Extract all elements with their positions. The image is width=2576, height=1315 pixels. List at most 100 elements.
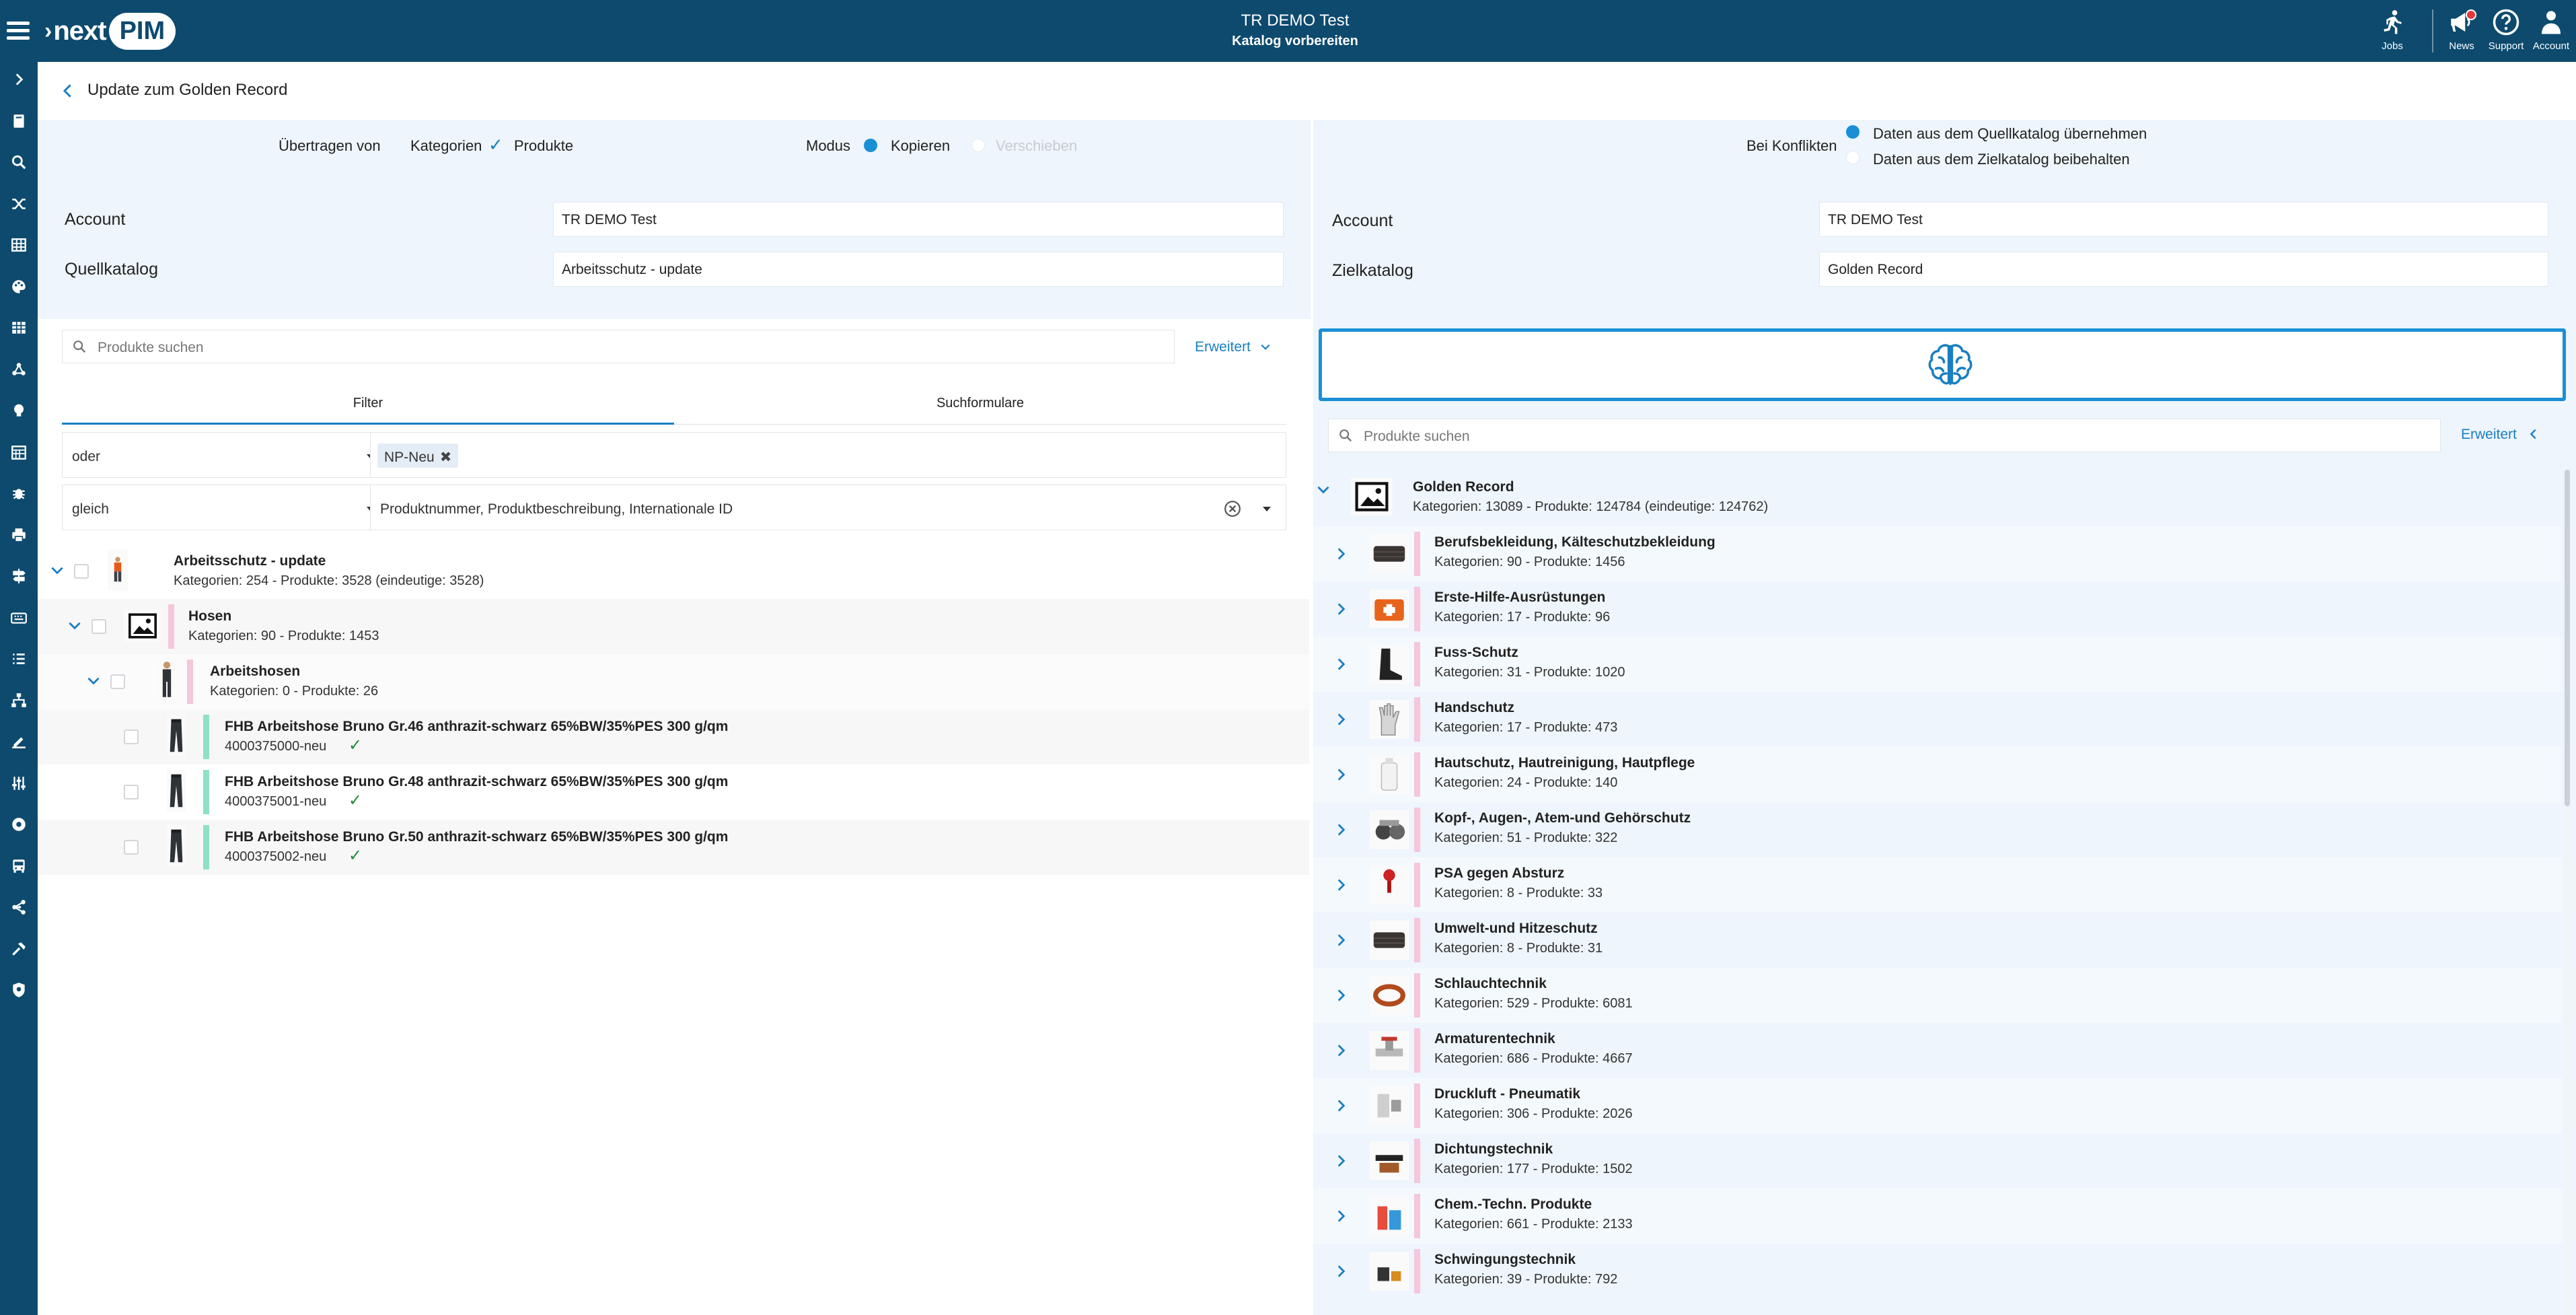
mode-copy-label[interactable]: Kopieren	[891, 137, 950, 155]
row-checkbox[interactable]	[110, 674, 125, 689]
tab-filter[interactable]: Filter	[62, 385, 674, 424]
sliders-icon[interactable]	[8, 773, 30, 794]
tab-search-forms[interactable]: Suchformulare	[674, 385, 1286, 424]
tree-node-root[interactable]: Golden Record Kategorien: 13089 - Produkt…	[1313, 471, 2562, 526]
chevron-right-icon[interactable]	[1332, 1263, 1350, 1280]
chevron-right-icon[interactable]	[1332, 876, 1350, 894]
shuffle-icon[interactable]	[8, 193, 30, 215]
tree-node-category[interactable]: Kopf-, Augen-, Atem-und Gehörschutz Kateg…	[1313, 802, 2562, 857]
account-field[interactable]: TR DEMO Test	[553, 202, 1284, 237]
hamburger-menu-icon[interactable]	[7, 17, 30, 44]
chevron-right-icon[interactable]	[1332, 711, 1350, 728]
calendar-grid-icon[interactable]	[8, 441, 30, 463]
tree-node-product[interactable]: FHB Arbeitshose Bruno Gr.48 anthrazit-sc…	[38, 765, 1309, 820]
bus-icon[interactable]	[8, 855, 30, 877]
chevron-right-icon[interactable]	[1332, 821, 1350, 839]
list-icon[interactable]	[8, 648, 30, 670]
tree-node-product[interactable]: FHB Arbeitshose Bruno Gr.46 anthrazit-sc…	[38, 709, 1309, 765]
chevron-right-icon[interactable]	[1332, 545, 1350, 563]
target-catalog-field[interactable]: Golden Record	[1819, 252, 2548, 287]
conflict-target-label[interactable]: Daten aus dem Zielkatalog beibehalten	[1873, 151, 2130, 168]
row-checkbox[interactable]	[91, 619, 106, 634]
clear-circle-icon[interactable]	[1224, 500, 1241, 518]
filter-chip[interactable]: NP-Neu ✖	[377, 443, 459, 468]
tree-node-category[interactable]: Handschutz Kategorien: 17 - Produkte: 473	[1313, 692, 2562, 747]
target-advanced-search-toggle[interactable]: Erweitert	[2461, 427, 2541, 443]
filter-logic-select[interactable]: oder	[62, 432, 385, 478]
row-checkbox[interactable]	[74, 564, 89, 579]
tree-node-product[interactable]: FHB Arbeitshose Bruno Gr.50 anthrazit-sc…	[38, 820, 1309, 875]
tree-node-category[interactable]: Berufsbekleidung, Kälteschutzbekleidung K…	[1313, 526, 2562, 581]
chevron-right-icon[interactable]	[1332, 766, 1350, 783]
tree-node-category[interactable]: Hosen Kategorien: 90 - Produkte: 1453	[38, 599, 1309, 654]
shield-gear-icon[interactable]	[8, 979, 30, 1001]
conflict-target-radio[interactable]	[1846, 151, 1860, 164]
filter-fields-select[interactable]: Produktnummer, Produktbeschreibung, Inte…	[370, 485, 1286, 530]
option-products[interactable]: Produkte	[514, 137, 573, 155]
tree-node-category[interactable]: Schwingungstechnik Kategorien: 39 - Produ…	[1313, 1244, 2562, 1299]
chevron-right-icon[interactable]	[1332, 987, 1350, 1004]
grid-icon[interactable]	[8, 317, 30, 339]
printer-icon[interactable]	[8, 524, 30, 546]
tree-node-category[interactable]: Schlauchtechnik Kategorien: 529 - Produkt…	[1313, 968, 2562, 1023]
chevron-right-icon[interactable]	[1332, 1152, 1350, 1170]
target-product-search-input[interactable]: Produkte suchen	[1328, 419, 2441, 452]
chevron-down-icon[interactable]	[1315, 481, 1332, 498]
chevron-right-icon[interactable]	[1332, 655, 1350, 673]
tree-scrollbar[interactable]	[2565, 470, 2570, 1315]
chevron-down-icon[interactable]	[85, 672, 102, 689]
chevron-right-icon[interactable]	[1332, 931, 1350, 949]
advanced-search-toggle[interactable]: Erweitert	[1195, 339, 1272, 355]
ruler-edit-icon[interactable]	[8, 731, 30, 752]
tree-node-category[interactable]: Hautschutz, Hautreinigung, Hautpflege Kat…	[1313, 747, 2562, 802]
row-checkbox[interactable]	[124, 785, 139, 799]
search-icon[interactable]	[8, 151, 30, 173]
mode-copy-radio[interactable]	[864, 139, 877, 152]
tree-node-category[interactable]: Fuss-Schutz Kategorien: 31 - Produkte: 10…	[1313, 637, 2562, 692]
tree-node-category[interactable]: Erste-Hilfe-Ausrüstungen Kategorien: 17 -…	[1313, 581, 2562, 637]
gear-badge-icon[interactable]	[8, 814, 30, 835]
hammer-icon[interactable]	[8, 938, 30, 960]
tree-node-category[interactable]: PSA gegen Absturz Kategorien: 8 - Produkt…	[1313, 857, 2562, 913]
chevron-right-icon[interactable]	[1332, 1042, 1350, 1059]
chevron-down-icon[interactable]	[66, 616, 83, 634]
tree-node-category[interactable]: Druckluft - Pneumatik Kategorien: 306 - P…	[1313, 1078, 2562, 1133]
tree-node-category[interactable]: Arbeitshosen Kategorien: 0 - Produkte: 26	[38, 654, 1309, 709]
row-checkbox[interactable]	[124, 730, 139, 744]
book-icon[interactable]	[8, 110, 30, 132]
conflict-source-label[interactable]: Daten aus dem Quellkatalog übernehmen	[1873, 125, 2147, 143]
app-logo[interactable]: › next PIM	[44, 7, 176, 55]
filter-value-chips[interactable]: NP-Neu ✖	[370, 432, 1286, 478]
account-field[interactable]: TR DEMO Test	[1819, 202, 2548, 237]
ai-suggestion-button[interactable]	[1319, 328, 2566, 401]
tree-node-category[interactable]: Chem.-Techn. Produkte Kategorien: 661 - P…	[1313, 1188, 2562, 1244]
tree-node-category[interactable]: Armaturentechnik Kategorien: 686 - Produk…	[1313, 1023, 2562, 1078]
lightbulb-icon[interactable]	[8, 400, 30, 421]
share-nodes-icon[interactable]	[8, 896, 30, 918]
back-chevron-icon[interactable]	[58, 81, 78, 101]
tree-node-root[interactable]: Arbeitsschutz - update Kategorien: 254 - …	[38, 544, 1309, 599]
chevron-right-icon[interactable]	[1332, 1097, 1350, 1114]
tree-node-category[interactable]: Umwelt-und Hitzeschutz Kategorien: 8 - Pr…	[1313, 913, 2562, 968]
filter-operator-select[interactable]: gleich	[62, 485, 385, 530]
conflict-source-radio[interactable]	[1846, 125, 1860, 139]
molecule-icon[interactable]	[8, 359, 30, 380]
account-button[interactable]: Account	[2524, 8, 2576, 52]
row-checkbox[interactable]	[124, 840, 139, 855]
mode-move-label[interactable]: Verschieben	[996, 137, 1077, 155]
scrollbar-thumb[interactable]	[2565, 470, 2570, 806]
option-categories[interactable]: Kategorien	[410, 137, 482, 155]
product-search-input[interactable]: Produkte suchen	[62, 330, 1175, 363]
keyboard-icon[interactable]	[8, 607, 30, 629]
sitemap-icon[interactable]	[8, 690, 30, 711]
source-catalog-field[interactable]: Arbeitsschutz - update	[553, 252, 1284, 287]
jobs-button[interactable]: Jobs	[2365, 8, 2419, 52]
chevron-down-icon[interactable]	[48, 561, 66, 579]
chevron-right-icon[interactable]	[8, 69, 30, 90]
sign-icon[interactable]	[8, 565, 30, 587]
mode-move-radio[interactable]	[971, 139, 985, 152]
bug-icon[interactable]	[8, 483, 30, 504]
chip-remove-icon[interactable]: ✖	[440, 450, 452, 465]
table-icon[interactable]	[8, 234, 30, 256]
tree-node-category[interactable]: Dichtungstechnik Kategorien: 177 - Produk…	[1313, 1133, 2562, 1188]
